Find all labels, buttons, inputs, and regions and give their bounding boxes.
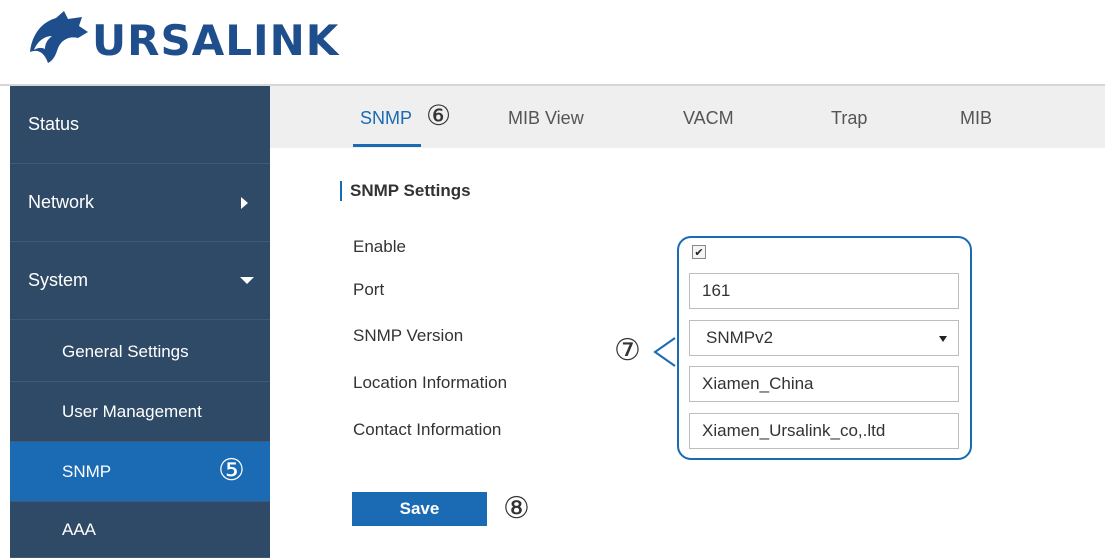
enable-checkbox[interactable]: ✔ bbox=[692, 245, 706, 259]
sidebar-item-label: System bbox=[28, 270, 89, 290]
callout-6: ⑥ bbox=[426, 99, 452, 132]
callout-pointer bbox=[653, 337, 676, 367]
tab-vacm[interactable]: VACM bbox=[683, 108, 734, 129]
sidebar-item-system[interactable]: System bbox=[10, 242, 270, 320]
location-information-input[interactable] bbox=[689, 366, 959, 402]
chevron-down-icon bbox=[240, 277, 254, 284]
active-tab-indicator bbox=[353, 144, 421, 147]
snmp-version-select[interactable]: SNMPv2 bbox=[689, 320, 959, 356]
contact-information-input[interactable] bbox=[689, 413, 959, 449]
dropdown-arrow-icon bbox=[939, 336, 947, 342]
sidebar-item-status[interactable]: Status bbox=[10, 86, 270, 164]
port-label: Port bbox=[353, 280, 385, 299]
sidebar-item-snmp[interactable]: SNMP ⑤ bbox=[10, 442, 270, 502]
enable-label: Enable bbox=[353, 237, 406, 256]
snmp-version-label: SNMP Version bbox=[353, 326, 464, 345]
location-information-label: Location Information bbox=[353, 373, 508, 392]
tab-mib[interactable]: MIB bbox=[960, 108, 992, 129]
tab-trap[interactable]: Trap bbox=[831, 108, 867, 129]
sidebar-item-general-settings[interactable]: General Settings bbox=[10, 322, 270, 382]
ursalink-logo: URSALINK bbox=[28, 6, 339, 68]
sidebar-item-label: User Management bbox=[62, 401, 202, 421]
save-button[interactable]: Save bbox=[352, 492, 487, 526]
sidebar-item-label: AAA bbox=[62, 519, 97, 539]
sidebar-item-label: General Settings bbox=[62, 341, 189, 361]
brand-name: URSALINK bbox=[92, 16, 340, 65]
callout-7: ⑦ bbox=[614, 333, 641, 368]
tab-mib-view[interactable]: MIB View bbox=[508, 108, 584, 129]
sidebar: Status Network System General Settings U… bbox=[10, 86, 270, 558]
sidebar-item-user-management[interactable]: User Management bbox=[10, 382, 270, 442]
sidebar-item-aaa[interactable]: AAA bbox=[10, 502, 270, 558]
sidebar-item-label: SNMP bbox=[62, 461, 112, 481]
sidebar-item-label: Network bbox=[28, 192, 95, 212]
section-title: SNMP Settings bbox=[340, 181, 471, 201]
contact-information-label: Contact Information bbox=[353, 420, 502, 439]
sidebar-item-network[interactable]: Network bbox=[10, 164, 270, 242]
chevron-right-icon bbox=[241, 197, 248, 209]
tab-snmp[interactable]: SNMP bbox=[360, 108, 412, 129]
bear-logo-icon bbox=[30, 11, 88, 63]
callout-5: ⑤ bbox=[218, 453, 245, 488]
port-input[interactable] bbox=[689, 273, 959, 309]
callout-8: ⑧ bbox=[503, 491, 530, 526]
snmp-version-value: SNMPv2 bbox=[706, 328, 774, 347]
sidebar-item-label: Status bbox=[28, 114, 80, 134]
